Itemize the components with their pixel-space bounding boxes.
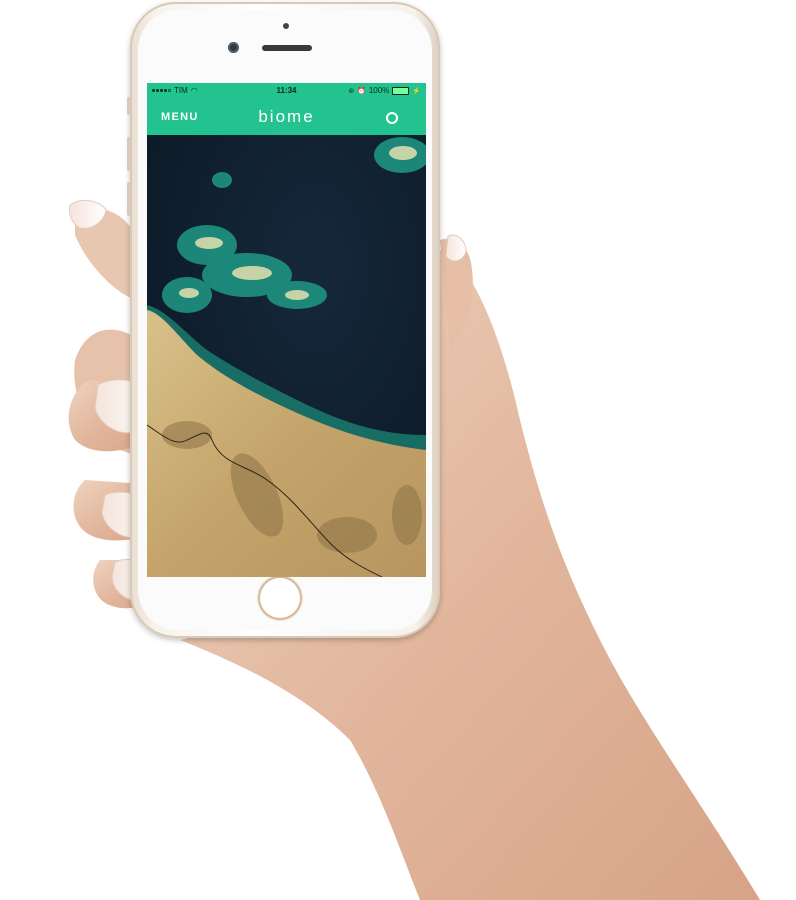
battery-percent: 100% — [368, 86, 390, 95]
satellite-map[interactable] — [147, 135, 426, 577]
battery-icon — [392, 86, 410, 95]
volume-up-button — [127, 137, 131, 171]
earpiece-speaker — [262, 45, 312, 51]
app-header: MENU biome — [147, 99, 426, 135]
front-camera — [228, 42, 239, 53]
volume-down-button — [127, 182, 131, 216]
phone-screen: TIM ◠ 11:34 ⊚ ⏰ 100% ⚡ MENU biome — [147, 83, 426, 577]
app-title: biome — [258, 107, 315, 126]
home-button[interactable] — [258, 576, 302, 620]
orientation-lock-icon: ⊚ — [348, 87, 355, 95]
status-bar: TIM ◠ 11:34 ⊚ ⏰ 100% ⚡ — [147, 83, 426, 99]
search-icon[interactable] — [386, 112, 398, 124]
product-mockup: TIM ◠ 11:34 ⊚ ⏰ 100% ⚡ MENU biome — [0, 0, 796, 900]
proximity-sensor — [283, 23, 289, 29]
alarm-icon: ⏰ — [357, 87, 366, 95]
charging-icon: ⚡ — [412, 87, 421, 95]
mute-switch — [127, 97, 131, 115]
